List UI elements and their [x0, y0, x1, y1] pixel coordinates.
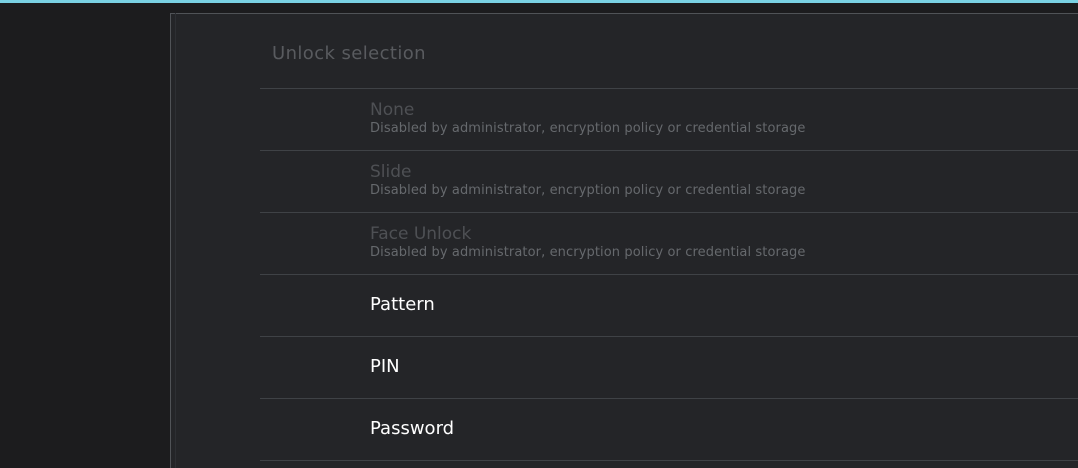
left-navigation-pane [0, 3, 170, 468]
unlock-option-none-title: None [370, 100, 415, 120]
unlock-option-slide: Slide Disabled by administrator, encrypt… [260, 151, 1078, 213]
unlock-option-none-summary: Disabled by administrator, encryption po… [370, 121, 806, 136]
unlock-option-pattern[interactable]: Pattern [260, 275, 1078, 337]
pane-inner-edge [175, 13, 176, 468]
unlock-option-pin-title: PIN [370, 356, 400, 377]
section-header: Unlock selection [272, 43, 426, 64]
unlock-option-none: None Disabled by administrator, encrypti… [260, 89, 1078, 151]
settings-screen: Unlock selection None Disabled by admini… [0, 0, 1078, 468]
option-divider [260, 460, 1078, 461]
unlock-option-pattern-title: Pattern [370, 294, 435, 315]
unlock-option-password-title: Password [370, 418, 455, 439]
unlock-option-password[interactable]: Password [260, 399, 1078, 461]
unlock-option-slide-title: Slide [370, 162, 412, 182]
unlock-option-slide-summary: Disabled by administrator, encryption po… [370, 183, 806, 198]
unlock-option-face-unlock-summary: Disabled by administrator, encryption po… [370, 245, 806, 260]
unlock-option-face-unlock-title: Face Unlock [370, 224, 472, 244]
unlock-option-face-unlock: Face Unlock Disabled by administrator, e… [260, 213, 1078, 275]
unlock-option-pin[interactable]: PIN [260, 337, 1078, 399]
